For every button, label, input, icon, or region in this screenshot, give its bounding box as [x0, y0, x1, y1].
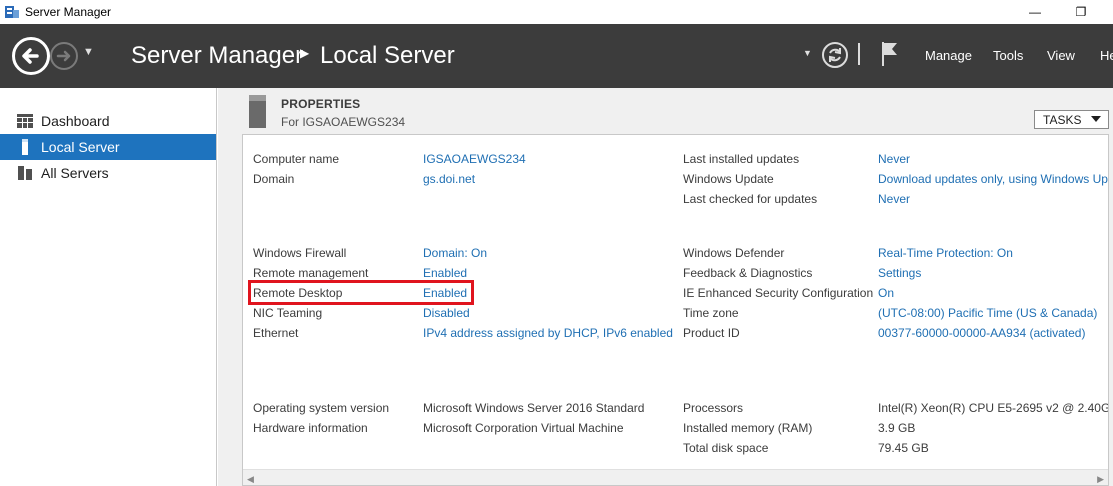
server-icon — [22, 139, 28, 155]
properties-subtitle: For IGSAOAEWGS234 — [281, 115, 406, 129]
prop-value-processors: Intel(R) Xeon(R) CPU E5-2695 v2 @ 2.40GH… — [878, 401, 1109, 415]
properties-panel: Computer name IGSAOAEWGS234 Domain gs.do… — [242, 134, 1109, 486]
prop-value-product-id[interactable]: 00377-60000-00000-AA934 (activated) — [878, 326, 1085, 340]
prop-label-total-disk-space: Total disk space — [683, 441, 769, 455]
dashboard-icon — [17, 114, 33, 128]
back-button[interactable] — [12, 37, 50, 75]
title-bar: Server Manager — ❐ — [0, 0, 1113, 24]
sidebar-item-all-servers[interactable]: All Servers — [0, 160, 216, 186]
scroll-left-icon[interactable]: ◀ — [247, 474, 254, 485]
properties-title: PROPERTIES — [281, 97, 361, 111]
main-content: PROPERTIES For IGSAOAEWGS234 TASKS Compu… — [218, 88, 1113, 486]
refresh-button[interactable] — [822, 42, 848, 68]
prop-label-installed-memory: Installed memory (RAM) — [683, 421, 813, 435]
prop-label-feedback-diagnostics: Feedback & Diagnostics — [683, 266, 813, 280]
restore-button[interactable]: ❐ — [1058, 0, 1104, 24]
chevron-down-icon — [1091, 116, 1101, 122]
prop-label-product-id: Product ID — [683, 326, 740, 340]
prop-value-domain[interactable]: gs.doi.net — [423, 172, 475, 186]
scroll-right-icon[interactable]: ▶ — [1097, 474, 1104, 485]
prop-value-last-installed-updates[interactable]: Never — [878, 152, 910, 166]
prop-value-time-zone[interactable]: (UTC-08:00) Pacific Time (US & Canada) — [878, 306, 1097, 320]
prop-value-os-version: Microsoft Windows Server 2016 Standard — [423, 401, 645, 415]
sidebar-item-label: All Servers — [41, 165, 109, 181]
prop-label-windows-defender: Windows Defender — [683, 246, 785, 260]
sidebar-item-dashboard[interactable]: Dashboard — [0, 108, 216, 134]
tasks-label: TASKS — [1043, 112, 1082, 127]
prop-label-time-zone: Time zone — [683, 306, 739, 320]
arrow-right-icon — [56, 50, 71, 62]
prop-value-computer-name[interactable]: IGSAOAEWGS234 — [423, 152, 526, 166]
prop-label-hardware-information: Hardware information — [253, 421, 368, 435]
sidebar-item-label: Local Server — [41, 139, 120, 155]
prop-label-windows-update: Windows Update — [683, 172, 774, 186]
prop-label-ethernet: Ethernet — [253, 326, 299, 340]
prop-value-feedback-diagnostics[interactable]: Settings — [878, 266, 921, 280]
window-title: Server Manager — [25, 5, 112, 19]
breadcrumb-local-server: Local Server — [320, 42, 455, 69]
prop-value-last-checked-updates[interactable]: Never — [878, 192, 910, 206]
prop-label-computer-name: Computer name — [253, 152, 340, 166]
breadcrumb-server-manager[interactable]: Server Manager — [131, 42, 303, 70]
refresh-dropdown-icon[interactable]: ▼ — [803, 48, 812, 58]
prop-label-processors: Processors — [683, 401, 744, 415]
prop-label-domain: Domain — [253, 172, 295, 186]
prop-label-nic-teaming: NIC Teaming — [253, 306, 323, 320]
properties-server-icon — [249, 95, 266, 128]
prop-label-remote-management: Remote management — [253, 266, 369, 280]
minimize-button[interactable]: — — [1012, 0, 1058, 24]
prop-label-os-version: Operating system version — [253, 401, 390, 415]
horizontal-scrollbar[interactable]: ◀ ▶ — [243, 469, 1108, 485]
sidebar-item-local-server[interactable]: Local Server — [0, 134, 216, 160]
server-manager-icon — [5, 6, 19, 18]
prop-value-windows-update[interactable]: Download updates only, using Windows Up — [878, 172, 1108, 186]
prop-label-windows-firewall: Windows Firewall — [253, 246, 347, 260]
prop-value-ethernet[interactable]: IPv4 address assigned by DHCP, IPv6 enab… — [423, 326, 673, 340]
remote-desktop-highlight-box — [248, 280, 474, 305]
prop-value-ie-esc[interactable]: On — [878, 286, 894, 300]
prop-value-windows-firewall[interactable]: Domain: On — [423, 246, 487, 260]
refresh-icon — [829, 48, 841, 62]
servers-icon — [18, 166, 32, 180]
prop-value-hardware-information: Microsoft Corporation Virtual Machine — [423, 421, 624, 435]
prop-value-windows-defender[interactable]: Real-Time Protection: On — [878, 246, 1013, 260]
prop-label-ie-esc: IE Enhanced Security Configuration — [683, 286, 874, 300]
notifications-flag-icon[interactable] — [880, 40, 900, 68]
breadcrumb-separator-icon: ▶ — [300, 46, 310, 60]
prop-label-last-checked-updates: Last checked for updates — [683, 192, 818, 206]
sidebar-item-label: Dashboard — [41, 113, 110, 129]
history-dropdown-icon[interactable]: ▼ — [83, 46, 94, 58]
arrow-left-icon — [22, 48, 39, 64]
menu-tools[interactable]: Tools — [993, 48, 1023, 63]
prop-value-installed-memory: 3.9 GB — [878, 421, 916, 435]
menu-view[interactable]: View — [1047, 48, 1075, 63]
menu-help[interactable]: He — [1100, 48, 1113, 63]
header-divider — [858, 43, 860, 65]
tasks-button[interactable]: TASKS — [1034, 110, 1109, 129]
forward-button[interactable] — [50, 42, 78, 70]
menu-manage[interactable]: Manage — [925, 48, 972, 63]
header-bar: ▼ Server Manager ▶ Local Server ▼ Manage… — [0, 24, 1113, 88]
sidebar: Dashboard Local Server All Servers — [0, 88, 217, 486]
prop-value-nic-teaming[interactable]: Disabled — [423, 306, 470, 320]
prop-value-total-disk-space: 79.45 GB — [878, 441, 929, 455]
prop-value-remote-management[interactable]: Enabled — [423, 266, 467, 280]
prop-label-last-installed-updates: Last installed updates — [683, 152, 800, 166]
